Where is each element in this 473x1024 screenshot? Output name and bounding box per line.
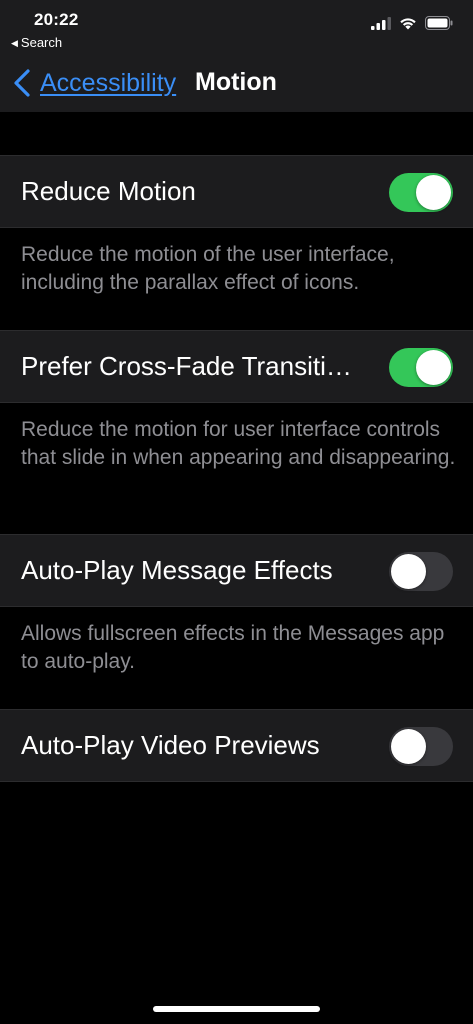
setting-row-video-previews: Auto-Play Video Previews (0, 709, 473, 782)
setting-footnote: Reduce the motion of the user interface,… (21, 243, 395, 294)
setting-label: Prefer Cross-Fade Transitions (21, 351, 366, 381)
setting-label: Auto-Play Video Previews (21, 730, 320, 760)
status-icons (371, 16, 453, 30)
toggle-knob (416, 175, 451, 210)
toggle-knob (391, 554, 426, 589)
cellular-signal-icon (371, 16, 391, 30)
setting-label: Reduce Motion (21, 176, 196, 206)
setting-row-cross-fade: Prefer Cross-Fade Transitions (0, 330, 473, 403)
back-to-app-link[interactable]: ◀ Search (11, 35, 62, 50)
back-app-label: Search (20, 35, 63, 50)
toggle-knob (416, 350, 451, 385)
setting-label: Auto-Play Message Effects (21, 555, 333, 585)
wifi-icon (400, 17, 416, 29)
back-triangle-icon: ◀ (11, 38, 18, 48)
battery-icon (425, 16, 453, 30)
setting-row-reduce-motion: Reduce Motion (0, 155, 473, 228)
message-effects-toggle[interactable] (389, 552, 453, 591)
navigation-bar: Accessibility Motion (0, 56, 473, 112)
setting-footnote: Reduce the motion for user interface con… (21, 418, 456, 469)
home-indicator[interactable] (153, 1006, 320, 1012)
back-button-label: Accessibility (40, 68, 177, 97)
toggle-knob (391, 729, 426, 764)
back-button[interactable]: Accessibility (10, 66, 176, 100)
setting-row-message-effects: Auto-Play Message Effects (0, 534, 473, 607)
chevron-left-icon (14, 69, 30, 97)
video-previews-toggle[interactable] (389, 727, 453, 766)
setting-footnote: Allows fullscreen effects in the Message… (21, 622, 445, 673)
cross-fade-toggle[interactable] (389, 348, 453, 387)
page-title: Motion (195, 68, 277, 96)
status-time: 20:22 (34, 10, 79, 29)
status-bar: 20:22 ◀ Search (0, 0, 473, 56)
reduce-motion-toggle[interactable] (389, 173, 453, 212)
